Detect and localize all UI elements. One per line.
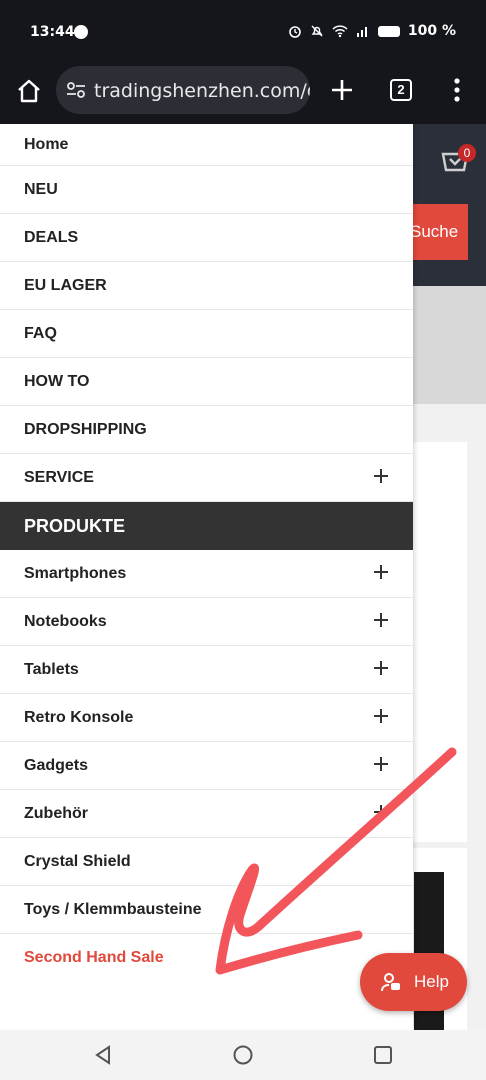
home-icon[interactable]	[16, 78, 42, 104]
menu-item-label: Home	[24, 135, 69, 153]
notification-icon	[74, 25, 88, 39]
help-label: Help	[414, 972, 449, 991]
menu-item-label: EU LAGER	[24, 276, 107, 294]
menu-item-label: Retro Konsole	[24, 708, 134, 726]
content-card	[405, 442, 467, 842]
menu-item-second-hand-sale[interactable]: Second Hand Sale	[0, 934, 413, 982]
menu-item-label: Gadgets	[24, 756, 89, 774]
menu-list: Home NEU DEALS EU LAGER FAQ HOW TO DROPS…	[0, 124, 413, 982]
expand-plus-icon[interactable]	[373, 804, 389, 820]
menu-item-faq[interactable]: FAQ	[0, 310, 413, 358]
address-bar[interactable]: tradingshenzhen.com/de	[56, 66, 310, 114]
status-bar: 13:44 100 %	[0, 0, 486, 62]
menu-item-label: Smartphones	[24, 564, 127, 582]
menu-item-smartphones[interactable]: Smartphones	[0, 550, 413, 598]
menu-item-toys[interactable]: Toys / Klemmbausteine	[0, 886, 413, 934]
battery-level: 100 %	[407, 23, 456, 39]
section-title: PRODUKTE	[24, 515, 126, 536]
menu-item-neu[interactable]: NEU	[0, 166, 413, 214]
menu-item-gadgets[interactable]: Gadgets	[0, 742, 413, 790]
signal-icon	[356, 27, 367, 37]
wifi-icon	[332, 25, 348, 38]
battery-icon	[377, 25, 400, 37]
menu-item-label: FAQ	[24, 324, 57, 342]
menu-item-retro-konsole[interactable]: Retro Konsole	[0, 694, 413, 742]
expand-plus-icon[interactable]	[373, 564, 389, 580]
section-header-produkte: PRODUKTE	[0, 502, 413, 550]
more-options-icon[interactable]	[450, 76, 464, 104]
menu-item-crystal-shield[interactable]: Crystal Shield	[0, 838, 413, 886]
mute-icon	[311, 25, 323, 37]
expand-plus-icon[interactable]	[373, 756, 389, 772]
back-icon[interactable]	[92, 1044, 114, 1066]
site-settings-icon[interactable]	[66, 81, 86, 99]
menu-item-tablets[interactable]: Tablets	[0, 646, 413, 694]
browser-toolbar: tradingshenzhen.com/de 2	[0, 62, 486, 124]
cart-count-badge: 0	[458, 144, 476, 162]
expand-plus-icon[interactable]	[373, 708, 389, 724]
help-button[interactable]: Help	[360, 953, 467, 1011]
menu-item-label: HOW TO	[24, 372, 90, 390]
menu-item-label: NEU	[24, 180, 58, 198]
expand-plus-icon[interactable]	[373, 660, 389, 676]
address-bar-url: tradingshenzhen.com/de	[94, 80, 310, 102]
recents-icon[interactable]	[372, 1044, 394, 1066]
expand-plus-icon[interactable]	[373, 468, 389, 484]
menu-item-label: SERVICE	[24, 468, 94, 486]
menu-item-zubehoer[interactable]: Zubehör	[0, 790, 413, 838]
menu-item-label: Crystal Shield	[24, 852, 131, 870]
system-navigation-bar	[0, 1030, 486, 1080]
status-icons: 100 %	[288, 23, 456, 39]
menu-item-eu-lager[interactable]: EU LAGER	[0, 262, 413, 310]
menu-item-label: Second Hand Sale	[24, 949, 164, 966]
menu-item-label: Notebooks	[24, 612, 107, 630]
menu-item-dropshipping[interactable]: DROPSHIPPING	[0, 406, 413, 454]
menu-item-deals[interactable]: DEALS	[0, 214, 413, 262]
status-time: 13:44	[30, 24, 75, 40]
menu-item-how-to[interactable]: HOW TO	[0, 358, 413, 406]
menu-item-notebooks[interactable]: Notebooks	[0, 598, 413, 646]
navigation-drawer: Home NEU DEALS EU LAGER FAQ HOW TO DROPS…	[0, 124, 413, 1030]
menu-item-label: DEALS	[24, 228, 79, 246]
menu-item-label: Toys / Klemmbausteine	[24, 900, 202, 918]
menu-item-service[interactable]: SERVICE	[0, 454, 413, 502]
menu-item-label: Tablets	[24, 660, 79, 678]
menu-item-label: Zubehör	[24, 804, 88, 822]
support-agent-icon	[381, 973, 400, 992]
menu-item-label: DROPSHIPPING	[24, 420, 147, 438]
menu-item-home[interactable]: Home	[0, 124, 413, 166]
expand-plus-icon[interactable]	[373, 612, 389, 628]
alarm-icon	[289, 26, 301, 38]
new-tab-icon[interactable]	[328, 76, 356, 104]
home-nav-icon[interactable]	[232, 1044, 254, 1066]
tab-switcher-button[interactable]: 2	[390, 79, 412, 101]
